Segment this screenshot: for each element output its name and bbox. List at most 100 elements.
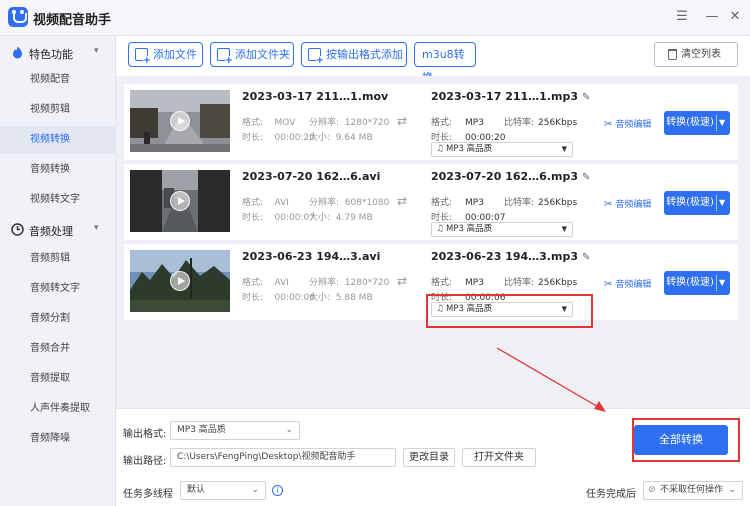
audio-edit-button[interactable]: ✂ 音频编辑 (604, 277, 651, 290)
music-note-icon: ♫ (436, 144, 445, 154)
close-icon[interactable]: ✕ (726, 8, 744, 26)
scissors-icon: ✂ (604, 199, 613, 210)
format-select-value: MP3 高品质 (446, 224, 493, 234)
convert-button[interactable]: 转换(极速) ▼ (664, 191, 730, 215)
output-bitrate: 比特率: 256Kbps (504, 195, 577, 208)
source-resolution: 分辨率: 608*1080 (309, 195, 389, 208)
size-label: 大小: (309, 293, 331, 303)
output-file-name: 2023-06-23 194…3.mp3 ✎ (431, 250, 590, 263)
video-thumbnail[interactable] (130, 90, 230, 152)
sidebar-item-audio-editing[interactable]: 音频剪辑 (0, 245, 116, 273)
bitrate-label: 比特率: (504, 118, 535, 128)
flame-icon (13, 46, 22, 59)
clear-list-button[interactable]: 清空列表 (654, 42, 738, 67)
convert-divider (716, 195, 717, 211)
convert-arrow-icon: ⇄ (397, 114, 408, 128)
sidebar-item-audio-denoise[interactable]: 音频降噪 (0, 425, 116, 453)
video-thumbnail[interactable] (130, 170, 230, 232)
highlight-box-format (426, 294, 593, 328)
format-label: 格式: (242, 198, 264, 208)
open-folder-button[interactable]: 打开文件夹 (462, 448, 536, 467)
add-folder-button[interactable]: 添加文件夹 (210, 42, 294, 67)
output-format-dropdown[interactable]: MP3 高品质 ⌄ (170, 421, 300, 440)
convert-divider (716, 275, 717, 291)
rename-pen-icon[interactable]: ✎ (582, 252, 590, 263)
audio-edit-button[interactable]: ✂ 音频编辑 (604, 117, 651, 130)
format-label: 格式: (242, 118, 264, 128)
rename-pen-icon[interactable]: ✎ (582, 172, 590, 183)
source-resolution: 分辨率: 1280*720 (309, 115, 389, 128)
resolution-value: 1280*720 (344, 278, 390, 288)
add-folder-label: 添加文件夹 (235, 48, 290, 61)
add-folder-icon (217, 48, 233, 66)
sidebar-item-vocal-separation[interactable]: 人声伴奏提取 (0, 395, 116, 423)
bitrate-label: 比特率: (504, 278, 535, 288)
chevron-down-icon: ⌄ (251, 485, 259, 495)
sidebar-group-features[interactable]: 特色功能 ▾ (0, 40, 116, 66)
size-label: 大小: (309, 213, 331, 223)
video-thumbnail[interactable] (130, 250, 230, 312)
sidebar-item-video-editing[interactable]: 视频剪辑 (0, 96, 116, 124)
info-icon[interactable]: i (272, 485, 283, 496)
multithread-dropdown[interactable]: 默认 ⌄ (180, 481, 266, 500)
source-format: 格式: AVI (242, 275, 289, 288)
output-bitrate: 比特率: 256Kbps (504, 115, 577, 128)
sidebar-item-audio-to-text[interactable]: 音频转文字 (0, 275, 116, 303)
convert-dropdown-icon[interactable]: ▼ (719, 111, 725, 135)
convert-dropdown-icon[interactable]: ▼ (719, 271, 725, 295)
sidebar-group-audio[interactable]: 音频处理 ▾ (0, 217, 116, 243)
resolution-value: 608*1080 (344, 198, 390, 208)
convert-button[interactable]: 转换(极速) ▼ (664, 111, 730, 135)
audio-edit-button[interactable]: ✂ 音频编辑 (604, 197, 651, 210)
sidebar-item-audio-split[interactable]: 音频分割 (0, 305, 116, 333)
add-file-label: 添加文件 (153, 48, 197, 61)
change-directory-button[interactable]: 更改目录 (403, 448, 455, 467)
resolution-label: 分辨率: (309, 198, 340, 208)
sidebar-item-video-dubbing[interactable]: 视频配音 (0, 66, 116, 94)
add-file-button[interactable]: 添加文件 (128, 42, 203, 67)
caret-down-icon: ▼ (561, 145, 567, 153)
convert-button[interactable]: 转换(极速) ▼ (664, 271, 730, 295)
output-format: 格式: MP3 (431, 275, 484, 288)
caret-down-icon: ▼ (561, 225, 567, 233)
source-size: 大小: 4.79 MB (309, 210, 373, 223)
format-label: 格式: (431, 118, 453, 128)
sidebar: 特色功能 ▾ 视频配音 视频剪辑 视频转换 音频转换 视频转文字 音频处理 ▾ … (0, 36, 116, 506)
sidebar-group-label: 特色功能 (29, 48, 73, 61)
sidebar-item-video-to-text[interactable]: 视频转文字 (0, 186, 116, 214)
clear-list-label: 清空列表 (681, 49, 721, 60)
source-format: 格式: MOV (242, 115, 295, 128)
menu-icon[interactable]: ☰ (673, 8, 691, 26)
sidebar-item-audio-extract[interactable]: 音频提取 (0, 365, 116, 393)
sidebar-item-video-convert[interactable]: 视频转换 (0, 126, 116, 154)
sidebar-item-audio-convert[interactable]: 音频转换 (0, 156, 116, 184)
source-size: 大小: 9.64 MB (309, 130, 373, 143)
toolbar: 添加文件 添加文件夹 按输出格式添加 m3u8转换 清空列表 (116, 36, 750, 84)
after-complete-dropdown[interactable]: ⊘ 不采取任何操作 ⌄ (643, 481, 743, 500)
minimize-icon[interactable]: — (703, 8, 721, 26)
file-list: 2023-03-17 211…1.mov 格式: MOV 分辨率: 1280*7… (116, 76, 750, 408)
play-icon (170, 111, 190, 131)
file-card: 2023-07-20 162…6.avi 格式: AVI 分辨率: 608*10… (124, 164, 738, 240)
m3u8-convert-button[interactable]: m3u8转换 (414, 42, 476, 84)
convert-all-button[interactable]: 全部转换 (634, 425, 728, 455)
audio-clock-icon (11, 223, 24, 236)
bitrate-value: 256Kbps (538, 198, 578, 208)
source-duration: 时长: 00:00:07 (242, 210, 315, 223)
chevron-down-icon: ▾ (94, 46, 99, 56)
source-duration: 时长: 00:00:06 (242, 290, 315, 303)
output-format: 格式: MP3 (431, 195, 484, 208)
sidebar-item-audio-merge[interactable]: 音频合并 (0, 335, 116, 363)
output-format-select[interactable]: ♫ MP3 高品质 ▼ (431, 142, 573, 157)
duration-label: 时长: (242, 213, 264, 223)
output-path-input[interactable]: C:\Users\FengPing\Desktop\视频配音助手 (170, 448, 396, 467)
convert-dropdown-icon[interactable]: ▼ (719, 191, 725, 215)
convert-label: 转换(极速) (666, 117, 714, 128)
output-name-text: 2023-07-20 162…6.mp3 (431, 170, 578, 183)
format-value: MOV (274, 118, 296, 128)
output-format-select[interactable]: ♫ MP3 高品质 ▼ (431, 222, 573, 237)
rename-pen-icon[interactable]: ✎ (582, 92, 590, 103)
add-by-format-button[interactable]: 按输出格式添加 (301, 42, 407, 67)
play-icon (170, 191, 190, 211)
resolution-value: 1280*720 (344, 118, 390, 128)
